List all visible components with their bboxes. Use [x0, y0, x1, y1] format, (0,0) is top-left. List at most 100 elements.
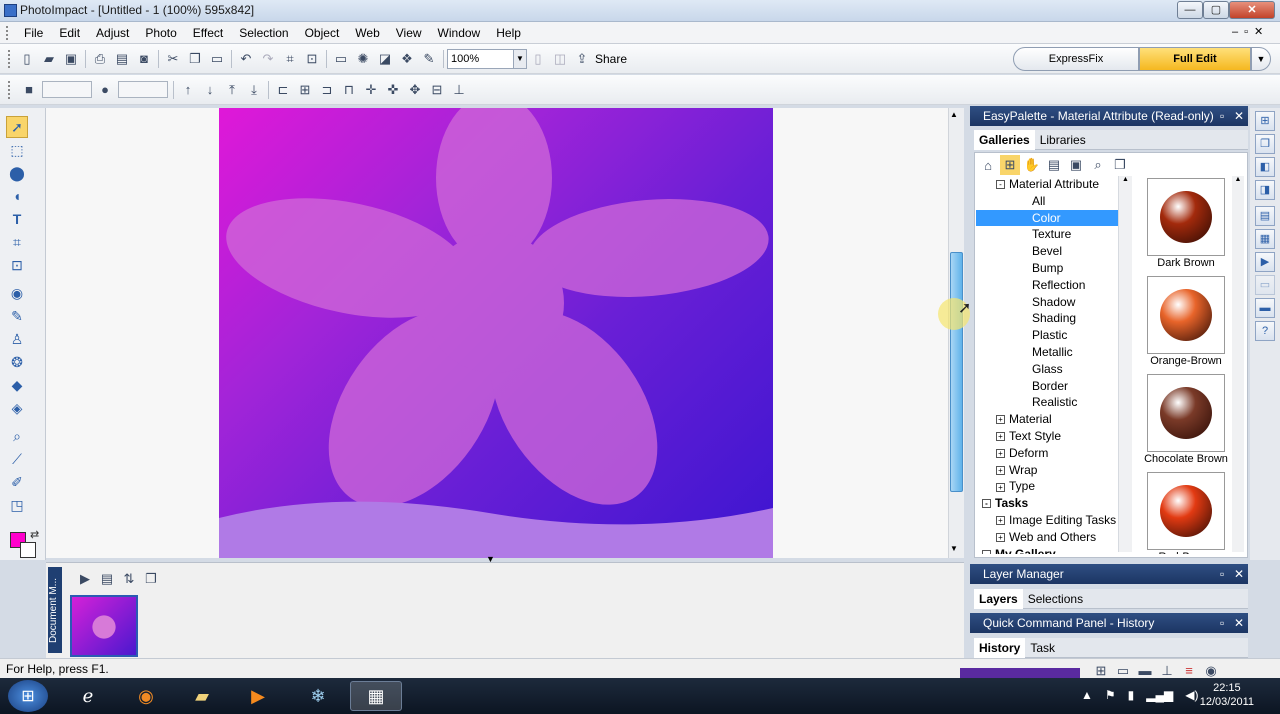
eraser-tool-icon[interactable]: ◆ — [6, 374, 28, 396]
brush-size-field[interactable] — [42, 81, 92, 98]
tree-node[interactable]: -My Gallery — [976, 546, 1132, 554]
tree-node[interactable]: Metallic — [976, 344, 1132, 361]
scroll-down-icon[interactable]: ▼ — [950, 544, 958, 553]
search-icon[interactable]: ⌕ — [1088, 155, 1108, 175]
close-button[interactable]: ✕ — [1229, 1, 1275, 19]
zoom-tool-icon[interactable]: ⌕ — [6, 425, 28, 447]
eye-tool-icon[interactable]: ◉ — [6, 282, 28, 304]
swap-colors-icon[interactable]: ⇄ — [30, 528, 39, 541]
print-icon[interactable]: ⎙ — [90, 49, 110, 69]
mdi-controls[interactable]: –▫✕ — [1232, 25, 1269, 38]
tree-node[interactable]: + Web and Others — [976, 529, 1132, 546]
play-icon[interactable]: ▶ — [75, 569, 95, 589]
swatch-thumbnail[interactable] — [1147, 178, 1225, 256]
animation-panel-icon[interactable]: ▶ — [1255, 252, 1275, 272]
pen-tool-icon[interactable]: ✐ — [6, 471, 28, 493]
undo-icon[interactable]: ↶ — [236, 49, 256, 69]
manage-icon[interactable]: ❐ — [1110, 155, 1130, 175]
close-panel-icon[interactable]: ✕ — [1234, 613, 1244, 633]
enhance-icon[interactable]: ◪ — [375, 49, 395, 69]
copy-icon[interactable]: ❐ — [185, 49, 205, 69]
swatch-thumbnail[interactable] — [1147, 374, 1225, 452]
tree-node[interactable]: Realistic — [976, 394, 1132, 411]
tree-node[interactable]: Shadow — [976, 294, 1132, 311]
restore-panel-icon[interactable]: ▫ — [1220, 106, 1224, 126]
tree-node[interactable]: Bump — [976, 260, 1132, 277]
send-bottom-icon[interactable]: ⤓ — [244, 80, 264, 100]
expressfix-button[interactable]: ExpressFix — [1013, 47, 1139, 71]
menu-edit[interactable]: Edit — [51, 22, 88, 44]
flag-icon[interactable]: ⚑ — [1105, 688, 1116, 702]
arrow-down-icon[interactable]: ↓ — [200, 80, 220, 100]
tree-node[interactable]: + Material — [976, 411, 1132, 428]
shape-tool-icon[interactable]: ⬤ — [6, 162, 28, 184]
tree-node[interactable]: Reflection — [976, 277, 1132, 294]
tree-node[interactable]: Bevel — [976, 243, 1132, 260]
menu-selection[interactable]: Selection — [231, 22, 296, 44]
tree-scrollbar[interactable]: ▲ — [1118, 176, 1132, 552]
align-center-icon[interactable]: ⊞ — [295, 80, 315, 100]
menu-help[interactable]: Help — [488, 22, 529, 44]
vertical-scrollbar[interactable]: ▲ ▼ — [948, 108, 964, 558]
easypalette-icon[interactable]: ◧ — [1255, 157, 1275, 177]
expand-icon[interactable]: + — [996, 449, 1005, 459]
stack-icon[interactable]: ❐ — [141, 569, 161, 589]
effects-icon[interactable]: ❖ — [397, 49, 417, 69]
expand-icon[interactable]: + — [996, 516, 1005, 526]
text-tool-icon[interactable]: T — [6, 208, 28, 230]
tab-layers[interactable]: Layers — [974, 588, 1023, 609]
object-panel-icon[interactable]: ◨ — [1255, 180, 1275, 200]
preview-panel-icon[interactable]: ▭ — [1255, 275, 1275, 295]
expand-icon[interactable]: + — [996, 432, 1005, 442]
scroll-up-icon[interactable]: ▲ — [1232, 176, 1244, 183]
maximize-button[interactable]: ▢ — [1203, 1, 1229, 19]
menu-adjust[interactable]: Adjust — [88, 22, 137, 44]
swatch-item[interactable]: Chocolate Brown — [1138, 374, 1234, 470]
image-canvas[interactable] — [219, 108, 773, 558]
network-icon[interactable]: ▂▄▆ — [1146, 688, 1173, 702]
tree-node[interactable]: Border — [976, 378, 1132, 395]
eyedropper-tool-icon[interactable]: ⟋ — [6, 448, 28, 470]
tree-node[interactable]: Color — [976, 209, 1132, 227]
collapse-icon[interactable]: - — [982, 499, 991, 509]
open-icon[interactable]: ▰ — [39, 49, 59, 69]
align-top-icon[interactable]: ⊓ — [339, 80, 359, 100]
monitor-icon[interactable]: ▭ — [331, 49, 351, 69]
brightness-icon[interactable]: ✺ — [353, 49, 373, 69]
close-panel-icon[interactable]: ✕ — [1234, 106, 1244, 126]
swatch-item[interactable]: Orange-Brown — [1138, 276, 1234, 372]
path-tool-icon[interactable]: ◳ — [6, 494, 28, 516]
tree-node[interactable]: Glass — [976, 361, 1132, 378]
start-button[interactable]: ⊞ — [8, 680, 48, 712]
restore-panel-icon[interactable]: ▫ — [1220, 613, 1224, 633]
history-panel-icon[interactable]: ▤ — [1255, 206, 1275, 226]
fit-icon[interactable]: ◫ — [550, 49, 570, 69]
chevron-down-icon[interactable]: ▼ — [513, 49, 526, 68]
snowflake-app-icon[interactable]: ❄ — [292, 681, 344, 711]
menu-file[interactable]: File — [16, 22, 51, 44]
properties-icon[interactable]: ▤ — [1044, 155, 1064, 175]
view-icon[interactable]: ▯ — [528, 49, 548, 69]
menu-photo[interactable]: Photo — [137, 22, 184, 44]
tree-node[interactable]: Shading — [976, 310, 1132, 327]
tree-node[interactable]: + Image Editing Tasks — [976, 512, 1132, 529]
swatch-thumbnail[interactable] — [1147, 276, 1225, 354]
crop-tool-icon[interactable]: ⌗ — [6, 231, 28, 253]
tree-node[interactable]: + Type — [976, 478, 1132, 495]
tab-libraries[interactable]: Libraries — [1035, 130, 1091, 150]
arrow-up-icon[interactable]: ↑ — [178, 80, 198, 100]
collapse-icon[interactable]: - — [996, 180, 1005, 190]
close-panel-icon[interactable]: ✕ — [1234, 564, 1244, 584]
tab-task[interactable]: Task — [1025, 638, 1060, 658]
tree-node[interactable]: Texture — [976, 226, 1132, 243]
split-icon[interactable]: ⊥ — [449, 80, 469, 100]
tree-node[interactable]: + Deform — [976, 445, 1132, 462]
resize-tool-icon[interactable]: ⊡ — [6, 254, 28, 276]
firefox-icon[interactable]: ◉ — [120, 681, 172, 711]
gallery-icon[interactable]: ▣ — [1066, 155, 1086, 175]
swatch-item[interactable]: Dark Brown — [1138, 178, 1234, 274]
paste-icon[interactable]: ▭ — [207, 49, 227, 69]
apply-icon[interactable]: ✋ — [1022, 155, 1042, 175]
menu-web[interactable]: Web — [347, 22, 387, 44]
restore-panel-icon[interactable]: ▫ — [1220, 564, 1224, 584]
